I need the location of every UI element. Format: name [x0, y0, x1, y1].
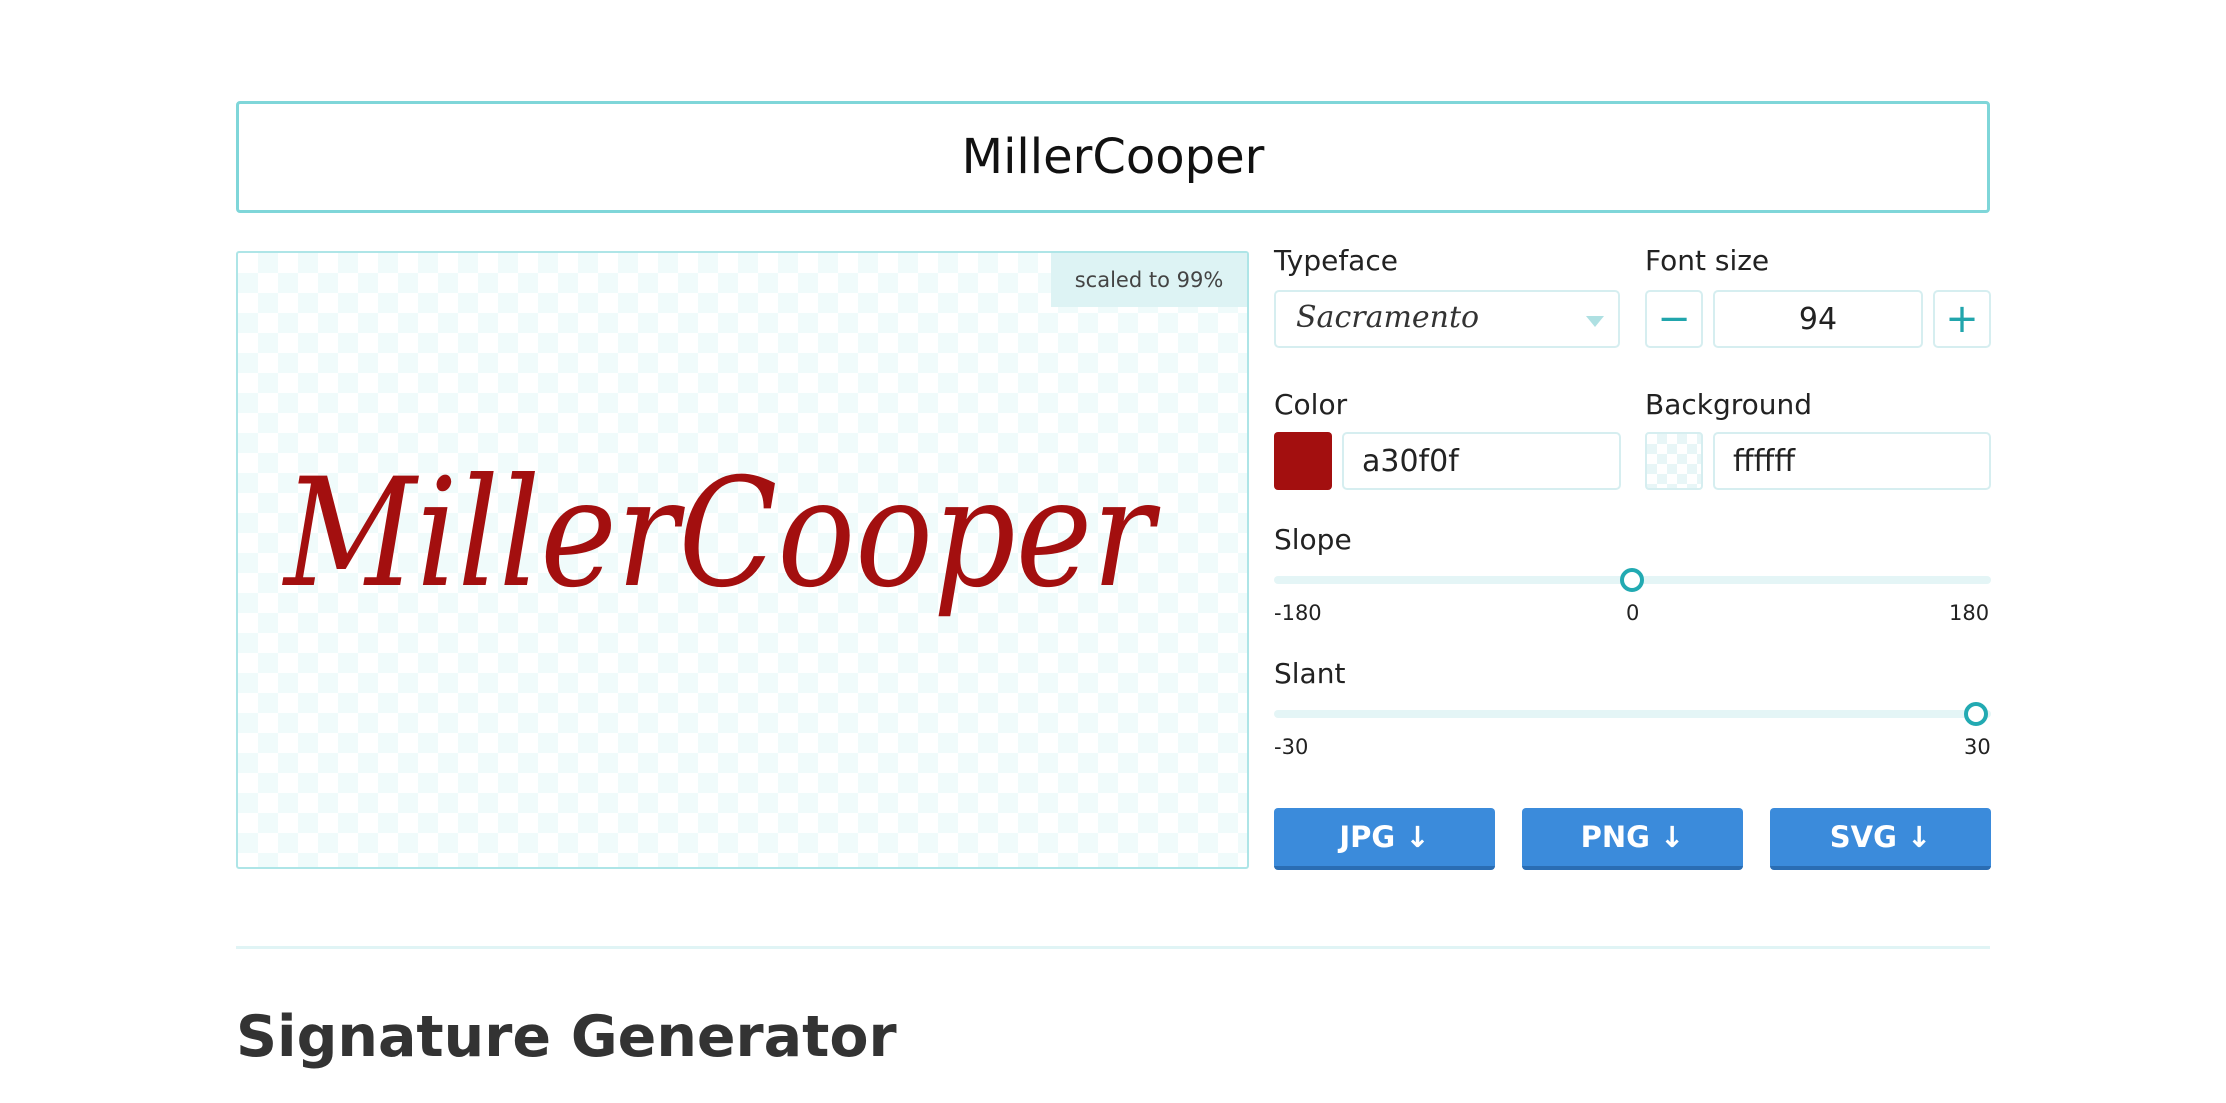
typeface-label: Typeface [1274, 244, 1398, 277]
font-size-input[interactable]: 94 [1713, 290, 1923, 348]
color-label: Color [1274, 388, 1348, 421]
chevron-down-icon [1586, 316, 1604, 327]
font-size-increment-button[interactable]: + [1933, 290, 1991, 348]
typeface-selected-value: Sacramento [1296, 300, 1480, 335]
download-jpg-button[interactable]: JPG ↓ [1274, 808, 1495, 870]
slope-min-label: -180 [1274, 601, 1322, 625]
slant-min-label: -30 [1274, 735, 1309, 759]
slant-slider-thumb[interactable] [1964, 702, 1988, 726]
page-title: Signature Generator [236, 1004, 897, 1070]
signature-name-input[interactable] [236, 101, 1990, 213]
font-size-decrement-button[interactable]: − [1645, 290, 1703, 348]
section-divider [236, 946, 1990, 949]
download-svg-button[interactable]: SVG ↓ [1770, 808, 1991, 870]
slope-max-label: 180 [1949, 601, 1990, 625]
color-swatch[interactable] [1274, 432, 1332, 490]
scale-badge: scaled to 99% [1051, 253, 1247, 307]
background-label: Background [1645, 388, 1813, 421]
download-png-button[interactable]: PNG ↓ [1522, 808, 1743, 870]
font-size-label: Font size [1645, 244, 1770, 277]
slope-label: Slope [1274, 523, 1352, 556]
signature-text: MillerCooper [281, 447, 1161, 621]
color-hex-input[interactable]: a30f0f [1342, 432, 1621, 490]
typeface-select[interactable]: Sacramento [1274, 290, 1620, 348]
background-swatch[interactable] [1645, 432, 1703, 490]
slant-max-label: 30 [1964, 735, 1991, 759]
background-hex-input[interactable]: ffffff [1713, 432, 1991, 490]
slope-slider-thumb[interactable] [1620, 568, 1644, 592]
signature-preview: MillerCooper scaled to 99% [236, 251, 1249, 869]
slant-slider-track[interactable] [1274, 710, 1991, 718]
slope-mid-label: 0 [1626, 601, 1640, 625]
svg-text:MillerCooper: MillerCooper [281, 447, 1161, 621]
slant-label: Slant [1274, 657, 1346, 690]
